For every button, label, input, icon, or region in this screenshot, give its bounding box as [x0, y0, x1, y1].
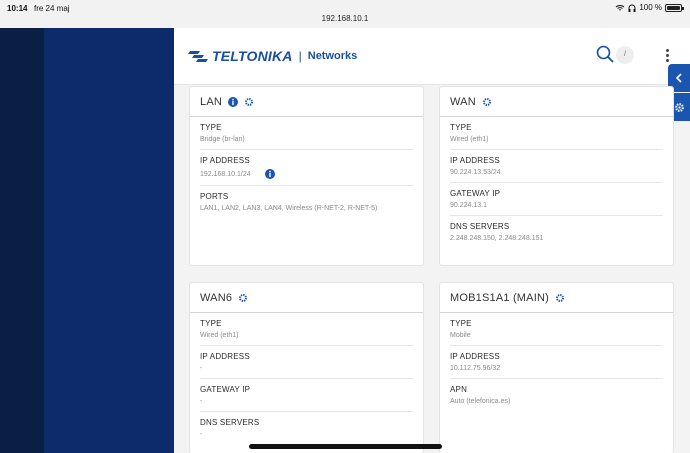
mobile-card: MOB1S1A1 (MAIN) TYPE Mobile IP ADDRESS 1…: [439, 282, 674, 453]
wifi-icon: [615, 4, 625, 10]
field-value: -: [200, 398, 203, 405]
wan-card: WAN TYPE Wired (eth1) IP ADDRESS 90.224.…: [439, 86, 674, 266]
battery-icon: [665, 3, 684, 12]
card-title: WAN6: [200, 291, 233, 304]
field-label: TYPE: [450, 319, 472, 328]
headphones-icon: [628, 4, 636, 12]
sidebar-nav: [44, 28, 174, 453]
chevron-left-icon: [675, 73, 682, 83]
battery-percent: 100 %: [639, 3, 662, 12]
field-ip-address: IP ADDRESS -: [200, 346, 413, 379]
field-value: 2.248.248.150, 2.248.248.151: [450, 235, 544, 242]
field-label: PORTS: [200, 192, 229, 201]
field-value: Bridge (br-lan): [200, 136, 245, 143]
card-header: WAN6: [190, 283, 423, 313]
brand-name: TELTONIKA: [212, 48, 293, 64]
field-value: Wired (eth1): [200, 332, 239, 339]
field-label: TYPE: [450, 123, 472, 132]
field-value: 90.224.13.53/24: [450, 169, 501, 176]
field-label: TYPE: [200, 123, 222, 132]
field-value: -: [200, 431, 203, 438]
gear-icon[interactable]: [482, 97, 492, 107]
kebab-menu-icon[interactable]: [666, 49, 670, 63]
field-label: GATEWAY IP: [450, 189, 501, 198]
field-label: IP ADDRESS: [450, 156, 500, 165]
field-type: TYPE Bridge (br-lan): [200, 117, 413, 150]
card-header: LAN: [190, 87, 423, 117]
status-bar: 10:14 fre 24 maj 192.168.10.1 100 %: [0, 0, 690, 28]
field-gateway-ip: GATEWAY IP 90.224.13.1: [450, 183, 663, 216]
lan-card: LAN TYPE Bridge (br-lan) IP ADDRESS 192.…: [189, 86, 424, 266]
field-ip-address: IP ADDRESS 192.168.10.1/24: [200, 150, 413, 186]
field-label: IP ADDRESS: [200, 352, 250, 361]
field-label: APN: [450, 385, 468, 394]
info-icon[interactable]: [228, 96, 238, 107]
gear-icon[interactable]: [244, 97, 254, 107]
field-label: TYPE: [200, 319, 222, 328]
card-title: MOB1S1A1 (MAIN): [450, 291, 549, 304]
teltonika-logo[interactable]: TELTONIKA | Networks: [188, 48, 357, 64]
field-ip-address: IP ADDRESS 90.224.13.53/24: [450, 150, 663, 183]
info-icon[interactable]: [264, 169, 275, 179]
field-value-row: 192.168.10.1/24: [200, 169, 413, 179]
field-value: 90.224.13.1: [450, 202, 487, 209]
field-label: DNS SERVERS: [450, 222, 510, 231]
status-indicators: 100 %: [615, 3, 684, 12]
field-ports: PORTS LAN1, LAN2, LAN3, LAN4, Wireless (…: [200, 186, 413, 218]
gear-icon: [674, 102, 684, 112]
field-label: IP ADDRESS: [450, 352, 500, 361]
home-indicator[interactable]: [249, 444, 442, 449]
field-type: TYPE Mobile: [450, 313, 663, 346]
card-title: WAN: [450, 95, 476, 108]
search-icon[interactable]: [596, 45, 614, 63]
field-value: 192.168.10.1/24: [200, 170, 251, 178]
field-apn: APN Auto (telefonica.es): [450, 379, 663, 411]
address-bar-url[interactable]: 192.168.10.1: [0, 14, 690, 23]
gear-icon[interactable]: [555, 293, 565, 303]
field-value: 10.112.75.96/32: [450, 365, 501, 372]
field-dns-servers: DNS SERVERS 2.248.248.150, 2.248.248.151: [450, 216, 663, 248]
field-type: TYPE Wired (eth1): [200, 313, 413, 346]
teltonika-logo-mark-icon: [188, 51, 208, 62]
field-value: Auto (telefonica.es): [450, 398, 511, 405]
status-time: 10:14: [7, 4, 28, 13]
field-gateway-ip: GATEWAY IP -: [200, 379, 413, 412]
field-value: -: [200, 365, 203, 372]
card-header: WAN: [440, 87, 673, 117]
gear-icon[interactable]: [238, 293, 248, 303]
field-dns-servers: DNS SERVERS -: [200, 412, 413, 444]
field-ip-address: IP ADDRESS 10.112.75.96/32: [450, 346, 663, 379]
status-date: fre 24 maj: [34, 4, 70, 13]
wan6-card: WAN6 TYPE Wired (eth1) IP ADDRESS - GATE…: [189, 282, 424, 453]
card-header: MOB1S1A1 (MAIN): [440, 283, 673, 313]
brand-product: Networks: [307, 50, 358, 62]
brand-separator: |: [298, 49, 302, 63]
card-title: LAN: [200, 95, 222, 108]
field-value: Mobile: [450, 332, 471, 339]
field-value: LAN1, LAN2, LAN3, LAN4, Wireless (R-NET-…: [200, 205, 378, 212]
field-label: DNS SERVERS: [200, 418, 260, 427]
field-label: GATEWAY IP: [200, 385, 251, 394]
field-value: Wired (eth1): [450, 136, 489, 143]
field-type: TYPE Wired (eth1): [450, 117, 663, 150]
search-shortcut-key: /: [616, 46, 634, 64]
field-label: IP ADDRESS: [200, 156, 250, 165]
sidebar-dark: [0, 28, 44, 453]
